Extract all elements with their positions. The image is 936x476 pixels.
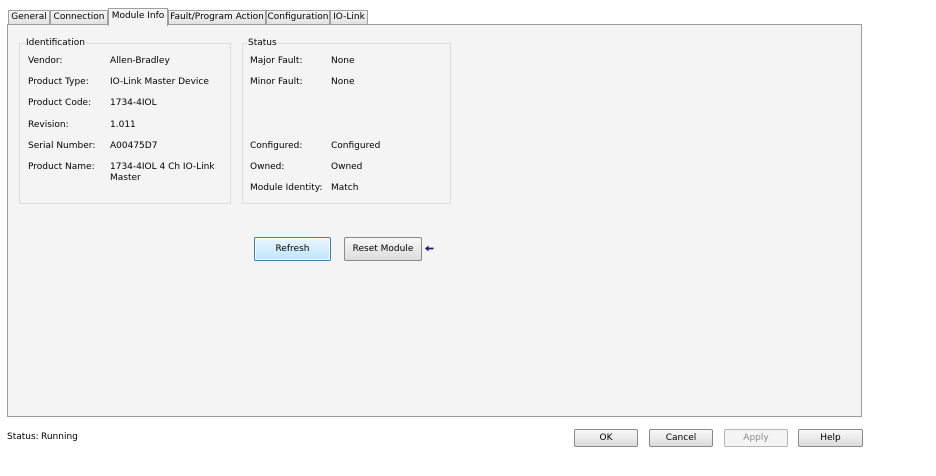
module-info-panel: Identification Vendor: Allen-Bradley Pro… — [7, 24, 862, 417]
module-identity-value: Match — [331, 183, 359, 193]
major-fault-label: Major Fault: — [250, 56, 303, 66]
major-fault-value: None — [331, 56, 355, 66]
owned-label: Owned: — [250, 162, 285, 172]
product-name-value-line2: Master — [110, 173, 141, 183]
revision-label: Revision: — [28, 120, 69, 130]
serial-number-label: Serial Number: — [28, 141, 96, 151]
tab-general[interactable]: General — [8, 10, 50, 24]
vendor-label: Vendor: — [28, 56, 63, 66]
product-code-label: Product Code: — [28, 98, 92, 108]
minor-fault-label: Minor Fault: — [250, 77, 303, 87]
product-type-label: Product Type: — [28, 77, 89, 87]
minor-fault-value: None — [331, 77, 355, 87]
configured-label: Configured: — [250, 141, 303, 151]
tab-configuration[interactable]: Configuration — [266, 10, 330, 24]
product-type-value: IO-Link Master Device — [110, 77, 209, 87]
identification-title: Identification — [25, 38, 87, 48]
cancel-button[interactable]: Cancel — [649, 429, 713, 447]
product-code-value: 1734-4IOL — [110, 98, 157, 108]
reset-module-button[interactable]: Reset Module — [344, 237, 422, 261]
revision-value: 1.011 — [110, 120, 136, 130]
product-name-label: Product Name: — [28, 162, 95, 172]
apply-button[interactable]: Apply — [724, 429, 788, 447]
ok-button[interactable]: OK — [574, 429, 638, 447]
status-group-title: Status — [247, 38, 278, 48]
status-label: Status: — [7, 432, 39, 442]
tab-fault-program-action[interactable]: Fault/Program Action — [168, 10, 266, 24]
arrow-left-icon — [425, 245, 434, 252]
refresh-button[interactable]: Refresh — [254, 237, 331, 261]
tab-module-info[interactable]: Module Info — [108, 8, 168, 26]
module-identity-label: Module Identity: — [250, 183, 323, 193]
tab-io-link[interactable]: IO-Link — [330, 10, 368, 24]
serial-number-value: A00475D7 — [110, 141, 158, 151]
help-button[interactable]: Help — [798, 429, 863, 447]
status-group — [242, 43, 451, 204]
tab-connection[interactable]: Connection — [50, 10, 108, 24]
product-name-value-line1: 1734-4IOL 4 Ch IO-Link — [110, 162, 215, 172]
status-value: Running — [41, 432, 78, 442]
configured-value: Configured — [331, 141, 381, 151]
vendor-value: Allen-Bradley — [110, 56, 170, 66]
owned-value: Owned — [331, 162, 363, 172]
